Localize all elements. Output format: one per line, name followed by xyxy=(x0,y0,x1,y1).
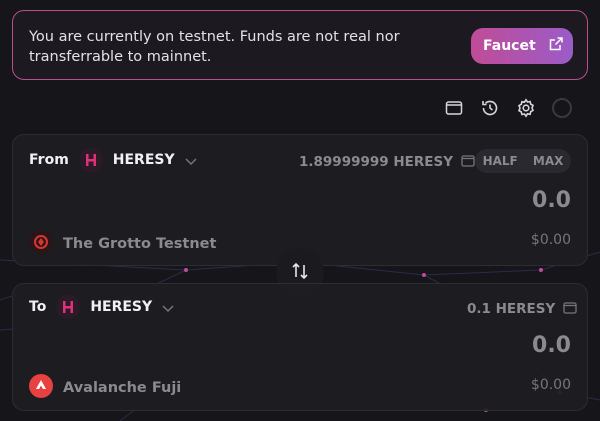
from-token-name: HERESY xyxy=(112,152,175,168)
from-amount-input[interactable]: 0.0 xyxy=(532,188,571,213)
settings-icon[interactable] xyxy=(515,97,537,119)
heresy-token-icon xyxy=(56,295,81,319)
from-token-selector[interactable]: HERESY xyxy=(78,148,197,172)
wallet-balance-icon xyxy=(563,299,577,318)
to-balance: 0.1 HERESY xyxy=(467,300,556,317)
to-amount-output: 0.0 xyxy=(532,333,571,358)
faucet-button[interactable]: Faucet xyxy=(471,28,573,64)
swap-arrows-icon xyxy=(290,261,310,285)
from-network-name: The Grotto Testnet xyxy=(63,236,217,252)
wallet-balance-icon xyxy=(461,152,475,171)
max-button[interactable]: MAX xyxy=(533,154,563,168)
to-token-selector[interactable]: HERESY xyxy=(56,295,174,319)
from-label: From xyxy=(29,152,69,168)
testnet-banner: You are currently on testnet. Funds are … xyxy=(12,10,588,80)
from-card: From HERESY 1.89999999 HERESY HALF MAX 0… xyxy=(12,134,588,266)
chevron-down-icon xyxy=(185,151,197,170)
heresy-token-icon xyxy=(78,148,103,172)
from-usd-value: $0.00 xyxy=(530,232,571,248)
from-balance: 1.89999999 HERESY xyxy=(299,153,454,170)
avalanche-network-icon xyxy=(29,374,53,402)
history-icon[interactable] xyxy=(479,97,501,119)
wallet-icon[interactable] xyxy=(443,97,465,119)
half-button[interactable]: HALF xyxy=(483,154,518,168)
amount-shortcuts: HALF MAX xyxy=(475,149,571,173)
chevron-down-icon xyxy=(162,298,174,317)
to-label: To xyxy=(29,299,47,315)
to-network-selector[interactable]: Avalanche Fuji xyxy=(29,374,181,402)
testnet-warning-text: You are currently on testnet. Funds are … xyxy=(29,29,400,65)
grotto-network-icon xyxy=(29,230,53,258)
faucet-button-label: Faucet xyxy=(483,38,536,54)
to-card: To HERESY 0.1 HERESY 0.0 Avalanche Fuji … xyxy=(12,283,588,411)
to-usd-value: $0.00 xyxy=(530,377,571,393)
external-link-icon xyxy=(548,36,564,56)
from-network-selector[interactable]: The Grotto Testnet xyxy=(29,230,216,258)
to-network-name: Avalanche Fuji xyxy=(63,380,182,396)
to-token-name: HERESY xyxy=(90,299,153,315)
status-ring-icon[interactable] xyxy=(551,97,573,119)
